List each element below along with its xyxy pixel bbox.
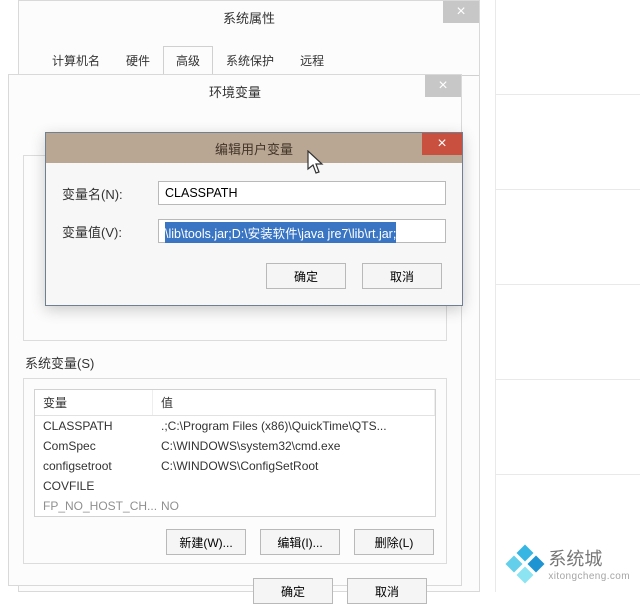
branding-logo: 系统城 xitongcheng.com [508,545,630,582]
ok-button[interactable]: 确定 [266,263,346,289]
var-value: C:\WINDOWS\ConfigSetRoot [153,456,435,476]
table-row[interactable]: ComSpec C:\WINDOWS\system32\cmd.exe [35,436,435,456]
blank-cell [496,285,640,380]
edit-titlebar[interactable]: 编辑用户变量 × [46,133,462,163]
cancel-button[interactable]: 取消 [362,263,442,289]
var-value: C:\WINDOWS\system32\cmd.exe [153,436,435,456]
sys-props-title: 系统属性 [223,8,275,27]
selected-text: \lib\tools.jar;D:\安装软件\java jre7\lib\rt.… [165,222,396,243]
var-name: COVFILE [35,476,153,496]
new-button[interactable]: 新建(W)... [166,529,246,555]
edit-title: 编辑用户变量 [215,139,293,158]
variable-name-input[interactable] [158,181,446,205]
var-name: CLASSPATH [35,416,153,436]
delete-button[interactable]: 删除(L) [354,529,434,555]
env-title: 环境变量 [209,82,261,101]
var-name: FP_NO_HOST_CH... [35,496,153,516]
sys-props-tabs: 计算机名 硬件 高级 系统保护 远程 [19,33,479,76]
column-name[interactable]: 变量 [35,390,153,415]
system-variables-label: 系统变量(S) [25,353,447,372]
blank-cell [496,95,640,190]
tab-system-protection[interactable]: 系统保护 [213,46,287,76]
var-name: configsetroot [35,456,153,476]
variable-value-input[interactable]: \lib\tools.jar;D:\安装软件\java jre7\lib\rt.… [158,219,446,243]
close-icon[interactable]: × [425,75,461,97]
system-variables-group: 变量 值 CLASSPATH .;C:\Program Files (x86)\… [23,378,447,564]
variable-value-label: 变量值(V): [62,222,158,241]
blank-cell [496,0,640,95]
var-value: NO [153,496,435,516]
blank-cell [496,190,640,285]
close-icon[interactable]: × [422,133,462,155]
tab-advanced[interactable]: 高级 [163,46,213,76]
column-value[interactable]: 值 [153,390,435,415]
var-value [153,476,435,496]
var-value: .;C:\Program Files (x86)\QuickTime\QTS..… [153,416,435,436]
edit-button[interactable]: 编辑(I)... [260,529,340,555]
blank-cell [496,380,640,475]
system-variables-table[interactable]: 变量 值 CLASSPATH .;C:\Program Files (x86)\… [34,389,436,517]
tab-hardware[interactable]: 硬件 [113,46,163,76]
edit-user-variable-dialog: 编辑用户变量 × 变量名(N): 变量值(V): \lib\tools.jar;… [45,132,463,306]
env-titlebar[interactable]: 环境变量 × [9,75,461,107]
table-row[interactable]: configsetroot C:\WINDOWS\ConfigSetRoot [35,456,435,476]
cancel-button[interactable]: 取消 [347,578,427,604]
table-header: 变量 值 [35,390,435,416]
table-row[interactable]: CLASSPATH .;C:\Program Files (x86)\Quick… [35,416,435,436]
variable-name-label: 变量名(N): [62,184,158,203]
table-row[interactable]: COVFILE [35,476,435,496]
table-row[interactable]: FP_NO_HOST_CH... NO [35,496,435,516]
right-sidebar [495,0,640,592]
brand-url: xitongcheng.com [548,571,630,582]
ok-button[interactable]: 确定 [253,578,333,604]
var-name: ComSpec [35,436,153,456]
sys-props-titlebar[interactable]: 系统属性 × [19,1,479,33]
logo-icon [508,547,542,581]
close-icon[interactable]: × [443,1,479,23]
tab-remote[interactable]: 远程 [287,46,337,76]
tab-computer-name[interactable]: 计算机名 [39,46,113,76]
brand-name: 系统城 [548,545,630,571]
